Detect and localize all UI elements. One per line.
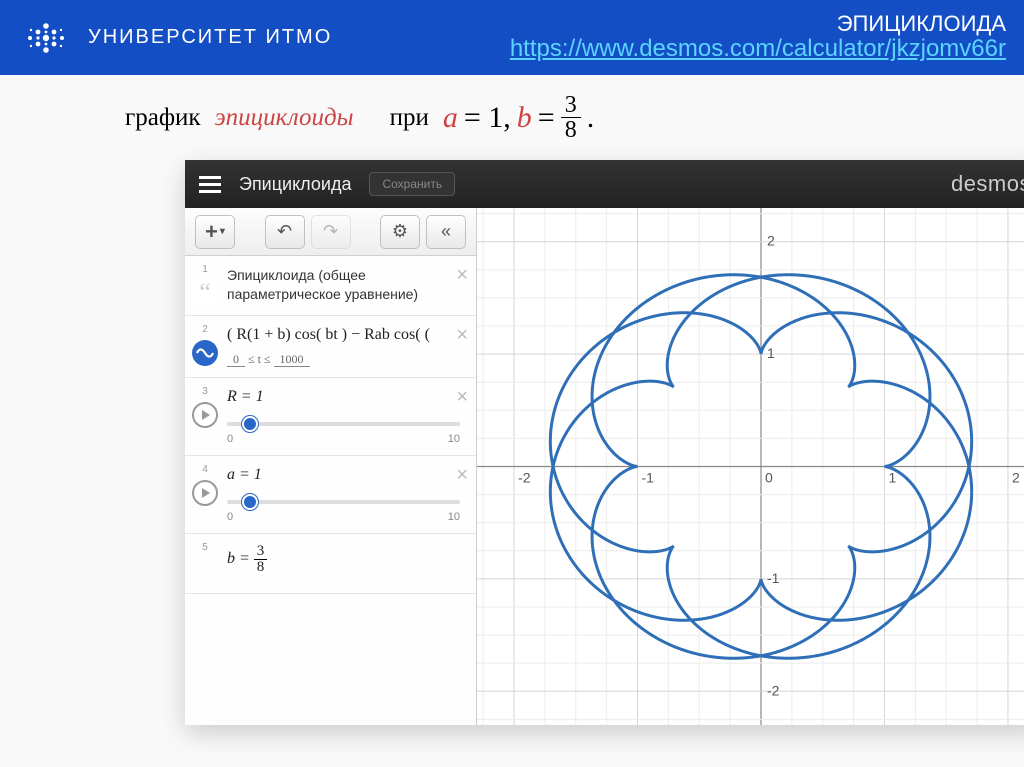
var-b: b [517, 101, 532, 135]
frac-num: 3 [561, 93, 581, 118]
b-lhs: b = [227, 550, 250, 567]
desmos-brand: desmos [951, 171, 1024, 197]
expr-text: ( R(1 + b) cos( bt ) − Rab cos( ( [227, 326, 430, 343]
row-slider-a[interactable]: 4 a = 1 0 10 [185, 456, 476, 534]
chevron-down-icon: ▾ [220, 226, 225, 237]
slider-max: 10 [448, 433, 460, 445]
close-icon[interactable]: × [456, 264, 468, 287]
gear-icon: ⚙ [392, 221, 408, 242]
settings-button[interactable]: ⚙ [380, 215, 420, 249]
row-number: 3 [202, 386, 208, 397]
b-den: 8 [254, 560, 268, 575]
period: . [587, 101, 595, 135]
var-a: a [443, 101, 458, 135]
svg-text:-2: -2 [518, 470, 531, 486]
eq1: = 1, [464, 101, 511, 135]
play-icon[interactable] [191, 479, 219, 507]
document-title: Эпициклоида [239, 174, 351, 195]
menu-icon[interactable] [199, 176, 221, 193]
slider-thumb[interactable] [242, 494, 258, 510]
row-number: 4 [202, 464, 208, 475]
slide-title: ЭПИЦИКЛОИДА [510, 12, 1006, 35]
desmos-topbar: Эпициклоида Сохранить desmos [185, 160, 1024, 208]
t-mid: ≤ t ≤ [248, 352, 271, 366]
svg-text:-2: -2 [767, 682, 780, 698]
frac-den: 8 [561, 118, 581, 142]
itmo-logo [18, 15, 74, 61]
row-value-b[interactable]: 5 b = 3 8 [185, 534, 476, 594]
slide-body: график эпициклоиды при a = 1, b = 3 8 . … [0, 75, 1024, 725]
caption-lead: график [125, 104, 201, 132]
close-icon[interactable]: × [456, 464, 468, 487]
t-low[interactable]: 0 [227, 352, 245, 367]
slide-header: УНИВЕРСИТЕТ ИТМО ЭПИЦИКЛОИДА https://www… [0, 0, 1024, 75]
caption-emph: эпициклоиды [215, 104, 354, 132]
svg-text:0: 0 [765, 470, 773, 486]
exprlist-toolbar: + ▾ ↶ ↷ ⚙ « [185, 208, 476, 256]
row-slider-R[interactable]: 3 R = 1 0 10 [185, 378, 476, 456]
caption-math: a = 1, b = 3 8 . [443, 93, 594, 142]
svg-text:2: 2 [1012, 470, 1020, 486]
curve-color-icon[interactable] [191, 339, 219, 367]
svg-text:2: 2 [767, 233, 775, 249]
t-high[interactable]: 1000 [274, 352, 310, 367]
rows-container: 1 “ Эпициклоида (общее параметрическое у… [185, 256, 476, 725]
t-range: 0 ≤ t ≤ 1000 [227, 352, 460, 367]
header-right: ЭПИЦИКЛОИДА https://www.desmos.com/calcu… [510, 12, 1006, 63]
svg-text:-1: -1 [767, 570, 780, 586]
desmos-link[interactable]: https://www.desmos.com/calculator/jkzjom… [510, 35, 1006, 62]
graph-area[interactable]: -2 -1 0 1 2 -2 -1 1 2 [477, 208, 1024, 725]
row-number: 5 [202, 542, 208, 553]
close-icon[interactable]: × [456, 386, 468, 409]
slider-min: 0 [227, 433, 233, 445]
row-number: 2 [202, 324, 208, 335]
slider-max: 10 [448, 511, 460, 523]
expr-text: R = 1 [227, 388, 264, 405]
add-expression-button[interactable]: + ▾ [195, 215, 235, 249]
eq2: = [538, 101, 555, 135]
row-number: 1 [202, 264, 208, 275]
row-note[interactable]: 1 “ Эпициклоида (общее параметрическое у… [185, 256, 476, 316]
close-icon[interactable]: × [456, 324, 468, 347]
redo-button[interactable]: ↷ [311, 215, 351, 249]
desmos-window: Эпициклоида Сохранить desmos + ▾ ↶ ↷ ⚙ [185, 160, 1024, 725]
svg-text:-1: -1 [642, 470, 655, 486]
caption: график эпициклоиды при a = 1, b = 3 8 . [0, 93, 1024, 142]
row-parametric[interactable]: 2 ( R(1 + b) cos( bt ) − Rab cos( ( 0 ≤ … [185, 316, 476, 378]
save-button[interactable]: Сохранить [369, 172, 455, 196]
graph-svg: -2 -1 0 1 2 -2 -1 1 2 [477, 208, 1024, 725]
undo-button[interactable]: ↶ [265, 215, 305, 249]
slider-min: 0 [227, 511, 233, 523]
expression-list: + ▾ ↶ ↷ ⚙ « 1 [185, 208, 477, 725]
quote-icon: “ [191, 279, 219, 307]
brand-text: УНИВЕРСИТЕТ ИТМО [88, 26, 332, 49]
svg-text:1: 1 [767, 345, 775, 361]
caption-pri: при [390, 104, 429, 132]
slider-R[interactable] [227, 416, 460, 432]
play-icon[interactable] [191, 401, 219, 429]
expr-text: a = 1 [227, 466, 262, 483]
frac-3-8: 3 8 [561, 93, 581, 142]
slider-a[interactable] [227, 494, 460, 510]
b-num: 3 [254, 544, 268, 560]
slider-thumb[interactable] [242, 416, 258, 432]
collapse-panel-button[interactable]: « [426, 215, 466, 249]
plus-icon: + [205, 219, 218, 245]
brand-block: УНИВЕРСИТЕТ ИТМО [18, 15, 332, 61]
svg-text:1: 1 [888, 470, 896, 486]
note-text: Эпициклоида (общее параметрическое уравн… [227, 266, 460, 304]
b-frac: 3 8 [254, 544, 268, 575]
